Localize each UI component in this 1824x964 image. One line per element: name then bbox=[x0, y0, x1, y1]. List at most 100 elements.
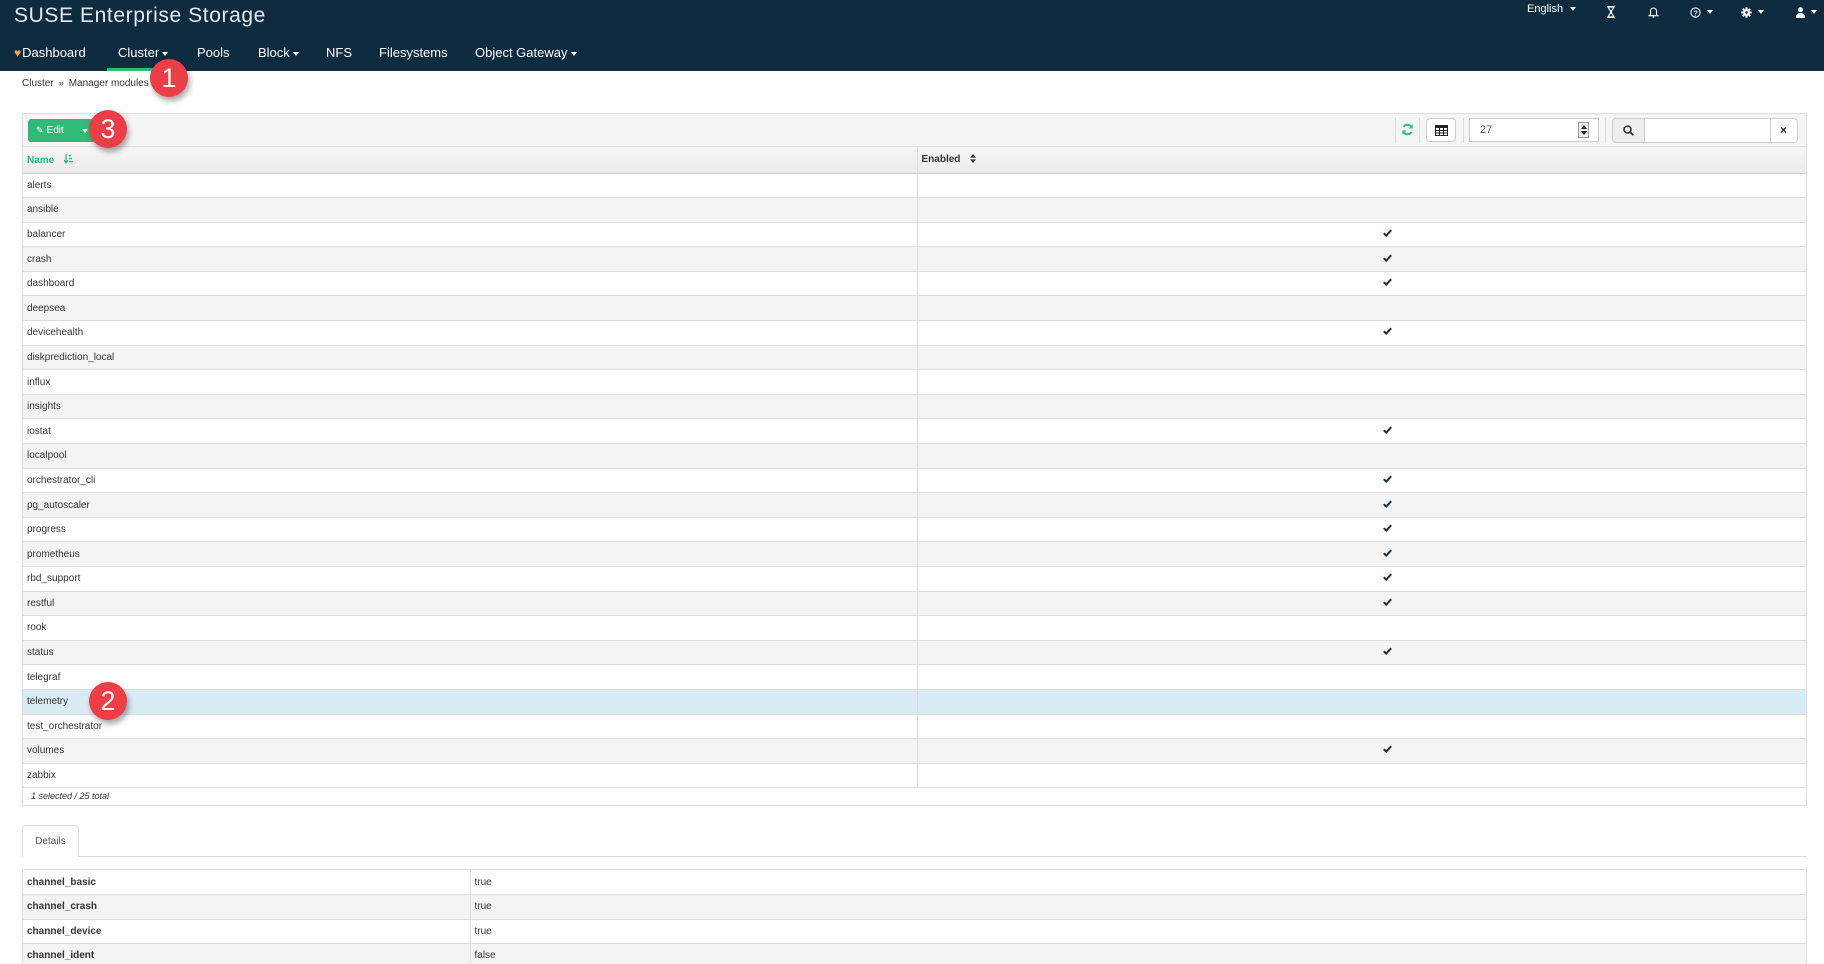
table-row[interactable]: restful bbox=[23, 591, 1806, 617]
module-enabled-cell bbox=[916, 566, 1806, 592]
column-name-label: Name bbox=[27, 154, 55, 166]
nav-nfs-label: NFS bbox=[326, 45, 352, 60]
annotation-marker-1: 1 bbox=[150, 59, 188, 97]
table-row[interactable]: zabbix bbox=[23, 763, 1806, 789]
table-icon bbox=[1435, 125, 1448, 136]
table-row[interactable]: volumes bbox=[23, 738, 1806, 764]
check-icon bbox=[1382, 549, 1392, 557]
table-row[interactable]: deepsea bbox=[23, 295, 1806, 322]
module-enabled-cell bbox=[916, 394, 1806, 420]
breadcrumb-separator: » bbox=[58, 78, 64, 88]
details-value: true bbox=[469, 919, 1806, 944]
search-input[interactable] bbox=[1645, 119, 1771, 142]
nav-pools[interactable]: Pools bbox=[197, 38, 230, 71]
chevron-down-icon bbox=[1758, 10, 1764, 15]
table-columns-button[interactable] bbox=[1426, 118, 1456, 142]
table-row[interactable]: rook bbox=[23, 615, 1806, 641]
module-name-cell: ansible bbox=[23, 197, 917, 223]
table-footer: 1 selected / 25 total bbox=[23, 788, 1806, 806]
table-row[interactable]: ansible bbox=[23, 197, 1806, 223]
language-label: English bbox=[1527, 3, 1564, 15]
table-row[interactable]: alerts bbox=[23, 173, 1806, 199]
table-row[interactable]: iostat bbox=[23, 418, 1806, 445]
nav-object-gateway[interactable]: Object Gateway bbox=[475, 38, 577, 71]
hourglass-icon bbox=[1606, 5, 1616, 19]
module-enabled-cell bbox=[916, 738, 1806, 764]
module-name-cell: test_orchestrator bbox=[23, 714, 917, 740]
module-enabled-cell bbox=[916, 640, 1806, 666]
nav-block[interactable]: Block bbox=[258, 38, 299, 71]
column-enabled-label: Enabled bbox=[921, 154, 961, 166]
module-enabled-cell bbox=[916, 541, 1806, 567]
table-row[interactable]: localpool bbox=[23, 443, 1806, 469]
table-row[interactable]: prometheus bbox=[23, 541, 1806, 567]
refresh-icon[interactable] bbox=[1401, 123, 1414, 136]
breadcrumb-current: Manager modules bbox=[68, 78, 149, 89]
table-row[interactable]: influx bbox=[23, 369, 1806, 395]
module-name-cell: diskprediction_local bbox=[23, 345, 917, 371]
edit-button[interactable]: ✎ Edit bbox=[28, 119, 96, 142]
table-row[interactable]: telemetry bbox=[23, 689, 1806, 715]
table-row[interactable]: rbd_support bbox=[23, 566, 1806, 592]
table-row[interactable]: pg_autoscaler bbox=[23, 492, 1806, 518]
module-name-cell: prometheus bbox=[23, 541, 917, 567]
search-button[interactable] bbox=[1613, 119, 1645, 142]
nav-filesystems[interactable]: Filesystems bbox=[379, 38, 448, 71]
nav-cluster-label: Cluster bbox=[118, 45, 160, 60]
check-icon bbox=[1382, 745, 1392, 754]
pencil-icon: ✎ bbox=[36, 125, 44, 135]
column-header-enabled[interactable]: Enabled bbox=[916, 147, 1806, 174]
details-row: channel_device true bbox=[23, 919, 1806, 944]
module-name-cell: insights bbox=[23, 394, 917, 420]
table-row[interactable]: devicehealth bbox=[23, 320, 1806, 346]
chevron-down-icon bbox=[162, 51, 169, 56]
details-value: false bbox=[469, 943, 1806, 964]
help-menu[interactable]: ? bbox=[1690, 3, 1713, 23]
nav-dashboard[interactable]: ♥Dashboard bbox=[14, 38, 86, 71]
table-row[interactable]: dashboard bbox=[23, 271, 1806, 297]
module-enabled-cell bbox=[916, 492, 1806, 518]
table-row[interactable]: insights bbox=[23, 394, 1806, 420]
clear-search-button[interactable]: × bbox=[1770, 119, 1797, 142]
chevron-down-icon bbox=[1570, 7, 1577, 12]
page-size-spinner[interactable] bbox=[1578, 122, 1589, 138]
toolbar-divider bbox=[1419, 118, 1420, 143]
check-icon bbox=[1382, 500, 1392, 508]
sort-ascending-icon bbox=[63, 153, 74, 164]
table-row[interactable]: status bbox=[23, 640, 1806, 666]
module-enabled-cell bbox=[916, 689, 1806, 715]
module-name-cell: influx bbox=[23, 369, 917, 395]
table-row[interactable]: crash bbox=[23, 246, 1806, 272]
module-name-cell: crash bbox=[23, 246, 917, 272]
table-row[interactable]: orchestrator_cli bbox=[23, 468, 1806, 494]
table-body: alerts ansible balancer crash dashboard deeps… bbox=[23, 173, 1806, 789]
language-selector[interactable]: English bbox=[1527, 0, 1577, 20]
background-tasks-button[interactable] bbox=[1606, 3, 1616, 23]
details-tabs: Details bbox=[22, 825, 1807, 857]
module-name-cell: progress bbox=[23, 517, 917, 543]
module-enabled-cell bbox=[916, 468, 1806, 494]
user-menu[interactable] bbox=[1796, 3, 1817, 23]
module-enabled-cell bbox=[916, 714, 1806, 740]
module-enabled-cell bbox=[916, 418, 1806, 445]
table-row[interactable]: progress bbox=[23, 517, 1806, 543]
search-group: × bbox=[1612, 118, 1798, 143]
module-name-cell: alerts bbox=[23, 173, 917, 199]
notifications-button[interactable] bbox=[1647, 3, 1660, 23]
settings-menu[interactable] bbox=[1741, 3, 1764, 23]
module-enabled-cell bbox=[916, 222, 1806, 248]
table-row[interactable]: test_orchestrator bbox=[23, 714, 1806, 740]
edit-dropdown-toggle[interactable] bbox=[82, 129, 88, 133]
table-row[interactable]: diskprediction_local bbox=[23, 345, 1806, 371]
chevron-down-icon bbox=[292, 51, 299, 56]
check-icon bbox=[1382, 426, 1392, 434]
table-row[interactable]: telegraf bbox=[23, 664, 1806, 690]
column-header-name[interactable]: Name bbox=[23, 147, 917, 174]
nav-nfs[interactable]: NFS bbox=[326, 38, 352, 71]
tab-details[interactable]: Details bbox=[22, 825, 79, 857]
table-row[interactable]: balancer bbox=[23, 222, 1806, 248]
breadcrumb-cluster[interactable]: Cluster bbox=[22, 78, 54, 89]
module-enabled-cell bbox=[916, 664, 1806, 690]
details-grid: channel_basic true channel_crash true channe… bbox=[23, 870, 1806, 964]
module-name-cell: localpool bbox=[23, 443, 917, 469]
